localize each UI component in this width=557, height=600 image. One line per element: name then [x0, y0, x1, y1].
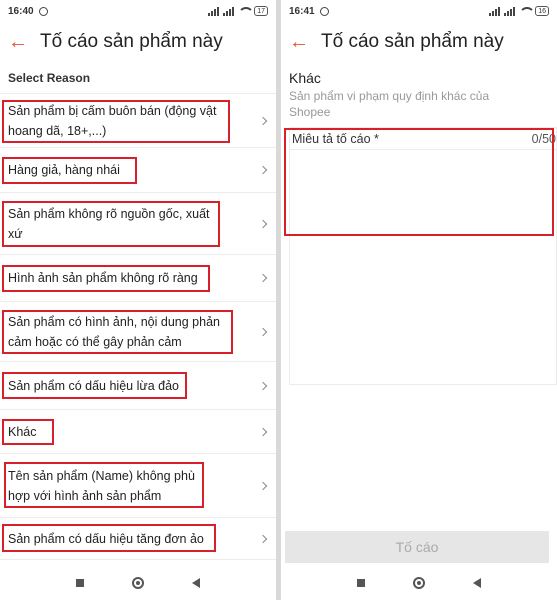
highlight-box	[284, 128, 554, 236]
nav-recent-icon[interactable]	[357, 579, 365, 587]
submit-report-button[interactable]: Tố cáo	[285, 531, 549, 563]
nav-back-icon[interactable]	[473, 578, 481, 588]
reason-item-scam[interactable]: Sản phẩm có dấu hiệu lừa đảo	[0, 362, 276, 410]
chevron-right-icon	[258, 427, 268, 436]
reason-item-unclear-image[interactable]: Hình ảnh sản phẩm không rõ ràng	[0, 255, 276, 302]
battery-icon: 17	[254, 6, 268, 16]
section-label: Select Reason	[0, 62, 276, 94]
chevron-right-icon	[258, 381, 268, 390]
alarm-icon	[319, 6, 329, 16]
back-arrow-icon[interactable]: ←	[289, 31, 311, 53]
alarm-icon	[38, 6, 48, 16]
page-title: Tố cáo sản phẩm này	[40, 31, 223, 52]
page-title: Tố cáo sản phẩm này	[321, 31, 504, 52]
chevron-right-icon	[258, 534, 268, 543]
reason-item-banned[interactable]: Sản phẩm bị cấm buôn bán (động vật hoang …	[0, 94, 276, 148]
reason-label: Hình ảnh sản phẩm không rõ ràng	[8, 271, 198, 285]
signal-icon-2	[223, 6, 235, 16]
chevron-right-icon	[258, 327, 268, 336]
reason-item-fake-orders[interactable]: Sản phẩm có dấu hiệu tăng đơn ảo	[0, 518, 276, 560]
reason-label: Sản phẩm có dấu hiệu lừa đảo	[8, 378, 179, 393]
chevron-right-icon	[258, 481, 268, 490]
chevron-right-icon	[258, 116, 268, 125]
reason-label: Sản phẩm bị cấm buôn bán (động vật	[8, 103, 217, 118]
status-bar: 16:40 17	[0, 0, 276, 22]
reason-label-2: hoang dã, 18+,...)	[8, 123, 107, 138]
wifi-icon	[519, 6, 536, 16]
reason-list: Sản phẩm bị cấm buôn bán (động vật hoang …	[0, 94, 276, 560]
status-time: 16:40	[8, 5, 34, 17]
nav-back-icon[interactable]	[192, 578, 200, 588]
status-time: 16:41	[289, 5, 315, 17]
app-bar: ← Tố cáo sản phẩm này	[0, 22, 276, 62]
android-nav-bar	[0, 566, 276, 600]
reason-label-2: xứ	[8, 226, 23, 241]
nav-recent-icon[interactable]	[76, 579, 84, 587]
status-bar: 16:41 16	[281, 0, 557, 22]
chevron-right-icon	[258, 219, 268, 228]
reason-label: Khác	[8, 424, 37, 439]
chevron-right-icon	[258, 165, 268, 175]
right-screen: 16:41 16 ← Tố cáo sản phẩm này Khác Sản …	[281, 0, 557, 600]
back-arrow-icon[interactable]: ←	[8, 31, 30, 53]
left-screen: 16:40 17 ← Tố cáo sản phẩm này Select Re…	[0, 0, 276, 600]
nav-home-icon[interactable]	[413, 577, 425, 589]
app-bar: ← Tố cáo sản phẩm này	[281, 22, 557, 62]
reason-item-unknown-origin[interactable]: Sản phẩm không rõ nguồn gốc, xuất xứ	[0, 193, 276, 255]
reason-label: Hàng giả, hàng nhái	[8, 163, 120, 177]
reason-label: Sản phẩm không rõ nguồn gốc, xuất	[8, 206, 210, 221]
reason-label: Sản phẩm có dấu hiệu tăng đơn ảo	[8, 531, 204, 546]
selected-reason-title: Khác	[289, 70, 321, 86]
android-nav-bar	[281, 566, 557, 600]
reason-label: Sản phẩm có hình ảnh, nội dung phản	[8, 314, 220, 329]
reason-item-other[interactable]: Khác	[0, 410, 276, 454]
battery-icon: 16	[535, 6, 549, 16]
chevron-right-icon	[258, 273, 268, 283]
signal-icon-2	[504, 6, 516, 16]
signal-icon	[208, 6, 220, 16]
reason-label: Tên sản phẩm (Name) không phù	[8, 468, 195, 483]
reason-item-counterfeit[interactable]: Hàng giả, hàng nhái	[0, 148, 276, 193]
wifi-icon	[238, 6, 255, 16]
reason-label-2: hợp với hình ảnh sản phẩm	[8, 488, 162, 503]
selected-reason-description: Sản phẩm vi phạm quy định khác của Shope…	[289, 89, 490, 119]
reason-item-name-mismatch[interactable]: Tên sản phẩm (Name) không phù hợp với hìn…	[0, 454, 276, 518]
nav-home-icon[interactable]	[132, 577, 144, 589]
reason-item-offensive[interactable]: Sản phẩm có hình ảnh, nội dung phản cảm h…	[0, 302, 276, 362]
reason-label-2: cảm hoặc có thể gây phản cảm	[8, 334, 182, 349]
signal-icon	[489, 6, 501, 16]
